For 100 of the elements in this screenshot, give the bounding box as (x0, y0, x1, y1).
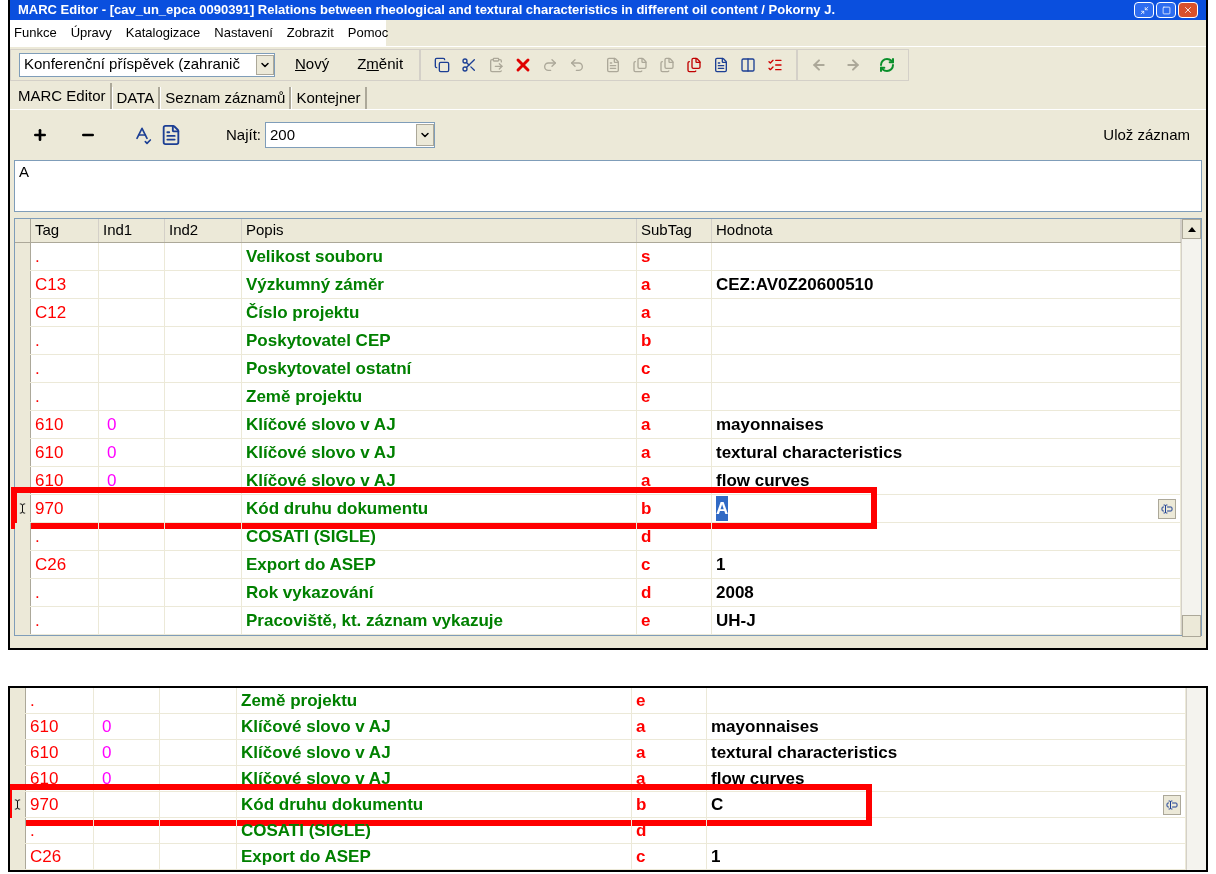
tag-cell-text: . (35, 245, 40, 268)
column-header[interactable]: Ind2 (165, 219, 242, 242)
tag-cell-text: 610 (35, 413, 64, 436)
subtag-cell-text: s (641, 245, 651, 268)
document-type-dropdown[interactable]: Konferenční příspěvek (zahranič (19, 52, 275, 77)
value-cell-text: 2008 (716, 581, 754, 604)
edit-text-button[interactable] (1163, 794, 1181, 815)
tab[interactable]: DATA (111, 87, 161, 109)
subtag-cell-text: d (641, 525, 652, 548)
description-cell-text: Klíčové slovo v AJ (246, 469, 396, 492)
subtag-cell-text: a (636, 715, 646, 738)
column-header[interactable]: Ind1 (99, 219, 165, 242)
subtag-cell-text: d (641, 581, 652, 604)
value-cell-text: 1 (711, 845, 721, 868)
subtag-cell-text: b (636, 793, 647, 816)
description-cell-text: Export do ASEP (241, 845, 371, 868)
description-cell-text: Číslo projektu (246, 301, 360, 324)
tag-cell-text: C26 (35, 553, 67, 576)
description-cell-text: Pracoviště, kt. záznam vykazuje (246, 609, 504, 632)
subtag-cell-text: a (641, 413, 651, 436)
description-cell-text: Velikost souboru (246, 245, 383, 268)
close-button[interactable] (1178, 2, 1198, 18)
subtag-cell-text: a (641, 441, 651, 464)
minimize-button[interactable] (1134, 2, 1154, 18)
value-cell-text: UH-J (716, 609, 756, 632)
tag-cell-text: . (35, 329, 40, 352)
subtag-cell-text: c (641, 357, 651, 380)
subtag-cell-text: e (641, 609, 651, 632)
tag-cell-text: C12 (35, 301, 67, 324)
scrollbar[interactable] (1186, 688, 1206, 870)
description-cell-text: COSATI (SIGLE) (241, 819, 371, 842)
column-header[interactable]: Popis (242, 219, 637, 242)
ind1-cell-text: 0 (102, 767, 112, 790)
ind1-cell-text: 0 (107, 441, 117, 464)
description-cell-text: Export do ASEP (246, 553, 376, 576)
tag-cell-text: 970 (35, 497, 64, 520)
subtag-cell-text: e (636, 689, 646, 712)
toolbar-text-button[interactable]: Nový (287, 53, 338, 76)
tab[interactable]: Kontejner (291, 87, 367, 109)
value-cell-text: textural characteristics (711, 741, 898, 764)
description-cell-text: COSATI (SIGLE) (246, 525, 376, 548)
find-label: Najít: (226, 124, 261, 145)
ind1-cell-text: 0 (102, 715, 112, 738)
value-cell: A (716, 495, 729, 522)
column-header[interactable]: SubTag (637, 219, 712, 242)
scrollbar[interactable] (1181, 219, 1201, 635)
value-cell-text: C (711, 793, 724, 816)
tag-cell-text: 610 (30, 767, 59, 790)
menu-item[interactable]: Katalogizace (125, 23, 201, 43)
tab[interactable]: Seznam záznamů (160, 87, 292, 109)
subtag-cell-text: c (636, 845, 646, 868)
text-cursor-icon (1166, 798, 1178, 811)
menu-item[interactable]: Úpravy (70, 23, 112, 43)
tag-cell-text: 610 (30, 715, 59, 738)
document-icon[interactable] (160, 124, 182, 146)
subtag-cell-text: b (641, 329, 652, 352)
tag-cell-text: 610 (35, 469, 64, 492)
value-cell-text: flow curves (716, 469, 810, 492)
description-cell-text: Klíčové slovo v AJ (241, 741, 391, 764)
subtag-cell-text: e (641, 385, 651, 408)
description-cell-text: Klíčové slovo v AJ (241, 767, 391, 790)
value-cell-text: mayonnaises (711, 715, 819, 738)
description-cell-text: Země projektu (246, 385, 363, 408)
tag-cell-text: . (35, 385, 40, 408)
description-cell-text: Klíčové slovo v AJ (246, 413, 396, 436)
toolbar-text-button[interactable]: Změnit (349, 53, 412, 76)
close-icon (1183, 5, 1193, 15)
subtag-cell-text: a (641, 469, 651, 492)
description-cell-text: Kód druhu dokumentu (241, 793, 424, 816)
description-cell-text: Poskytovatel CEP (246, 329, 391, 352)
subtag-cell-text: a (641, 273, 651, 296)
tag-cell-text: . (35, 581, 40, 604)
description-cell-text: Klíčové slovo v AJ (246, 441, 396, 464)
menu-item[interactable]: Zobrazit (286, 23, 334, 43)
ind1-cell-text: 0 (107, 469, 117, 492)
note-field[interactable]: A (14, 160, 1202, 212)
description-cell-text: Kód druhu dokumentu (246, 497, 429, 520)
value-cell-text: mayonnaises (716, 413, 824, 436)
tag-cell-text: C13 (35, 273, 67, 296)
subtag-cell-text: a (636, 741, 646, 764)
menu-item[interactable]: Nastavení (214, 23, 273, 43)
description-cell-text: Výzkumný záměr (246, 273, 384, 296)
edit-text-button[interactable] (1158, 498, 1176, 519)
ind1-cell-text: 0 (102, 741, 112, 764)
column-header[interactable]: Tag (31, 219, 99, 242)
minimize-icon (1139, 5, 1149, 15)
maximize-button[interactable] (1156, 2, 1176, 18)
value-cell-text: textural characteristics (716, 441, 903, 464)
tag-cell-text: 610 (35, 441, 64, 464)
tag-cell-text: 610 (30, 741, 59, 764)
tag-cell-text: C26 (30, 845, 62, 868)
menu-item[interactable]: Funkce (14, 23, 57, 43)
find-combobox[interactable]: 200 (265, 122, 435, 148)
description-cell-text: Země projektu (241, 689, 358, 712)
tag-cell-text: . (30, 819, 35, 842)
subtag-cell-text: a (636, 767, 646, 790)
save-record-button[interactable]: Ulož záznam (1103, 123, 1190, 147)
menu-item[interactable]: Pomoc (347, 23, 389, 43)
tag-cell-text: . (35, 525, 40, 548)
description-cell-text: Poskytovatel ostatní (246, 357, 412, 380)
